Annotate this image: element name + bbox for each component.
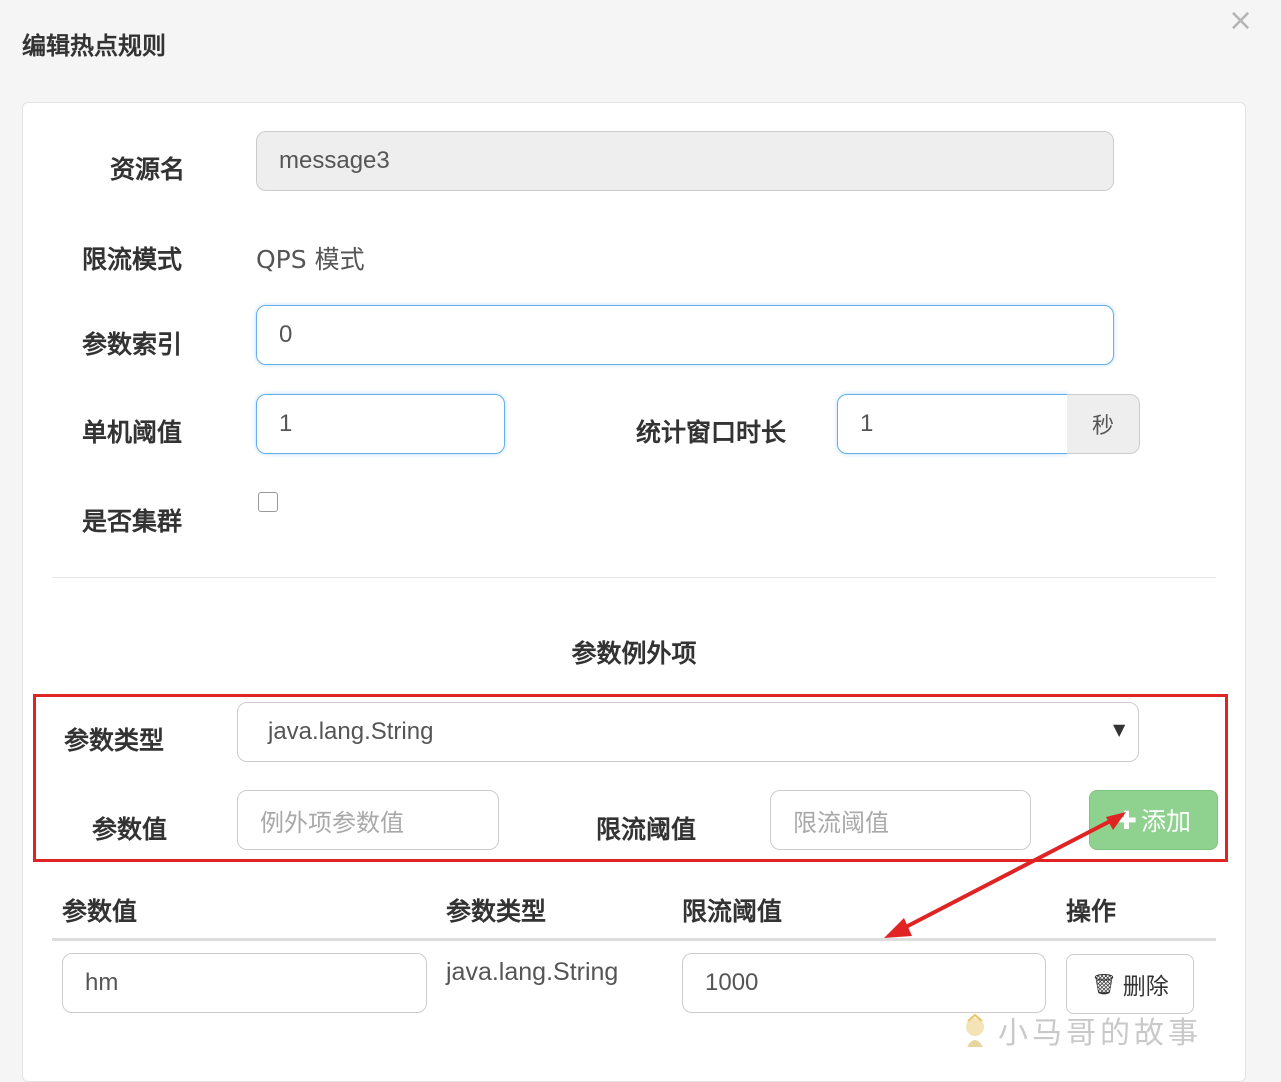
param-index-label: 参数索引 xyxy=(82,330,183,359)
trash-icon: 🗑 xyxy=(1091,972,1117,996)
mode-value: QPS 模式 xyxy=(256,245,365,274)
add-button-label: 添加 xyxy=(1140,807,1191,836)
window-label: 统计窗口时长 xyxy=(636,418,787,447)
threshold-label: 单机阈值 xyxy=(82,418,183,447)
th-limit: 限流阈值 xyxy=(682,897,783,926)
window-input[interactable]: 1 xyxy=(837,394,1068,454)
resource-label: 资源名 xyxy=(110,155,186,184)
cluster-checkbox[interactable] xyxy=(258,492,278,512)
th-param-type: 参数类型 xyxy=(446,897,547,926)
cluster-label: 是否集群 xyxy=(82,507,183,536)
threshold-input[interactable]: 1 xyxy=(256,394,505,454)
table-header-line xyxy=(52,938,1216,941)
param-value-input[interactable]: 例外项参数值 xyxy=(237,790,499,850)
row-limit-input[interactable]: 1000 xyxy=(682,953,1046,1013)
limit-input[interactable]: 限流阈值 xyxy=(770,790,1031,850)
th-param-value: 参数值 xyxy=(62,897,138,926)
watermark: 小马哥的故事 xyxy=(958,1008,1202,1052)
exceptions-section-title: 参数例外项 xyxy=(571,639,697,668)
delete-button[interactable]: 🗑 删除 xyxy=(1066,954,1194,1014)
form-panel xyxy=(22,102,1246,1082)
resource-input[interactable]: message3 xyxy=(256,131,1114,191)
window-unit: 秒 xyxy=(1067,394,1140,454)
close-icon[interactable]: × xyxy=(1228,6,1253,36)
param-type-label: 参数类型 xyxy=(64,726,165,755)
mode-label: 限流模式 xyxy=(82,245,183,274)
param-index-input[interactable]: 0 xyxy=(256,305,1114,365)
delete-button-label: 删除 xyxy=(1122,974,1169,1000)
param-type-select[interactable]: java.lang.String xyxy=(237,702,1139,762)
limit-label: 限流阈值 xyxy=(596,815,697,844)
param-value-label: 参数值 xyxy=(92,815,168,844)
caret-down-icon: ▼ xyxy=(1113,720,1126,739)
add-button[interactable]: ✚ 添加 xyxy=(1089,790,1218,850)
watermark-text: 小马哥的故事 xyxy=(998,1016,1202,1051)
row-type: java.lang.String xyxy=(446,958,619,986)
th-action: 操作 xyxy=(1066,897,1117,926)
row-value-input[interactable]: hm xyxy=(62,953,427,1013)
watermark-logo-icon xyxy=(958,1013,992,1047)
plus-icon: ✚ xyxy=(1116,805,1137,835)
dialog-title: 编辑热点规则 xyxy=(22,32,166,60)
divider xyxy=(52,577,1216,578)
param-type-selected: java.lang.String xyxy=(268,718,434,745)
